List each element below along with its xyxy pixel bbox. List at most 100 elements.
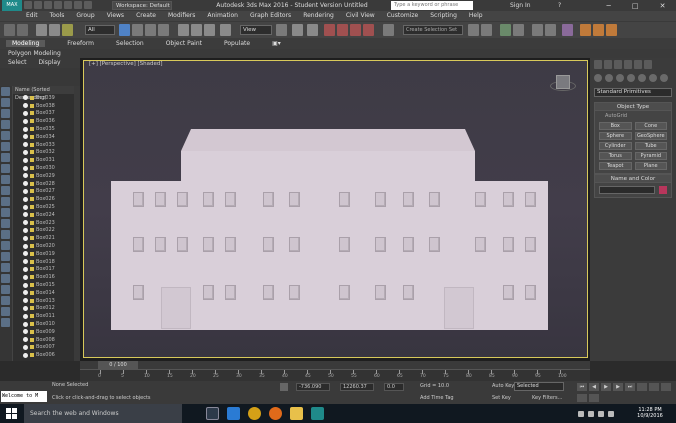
modify-tab-icon[interactable] [604, 60, 612, 69]
cameras-icon[interactable] [627, 74, 635, 82]
list-item[interactable]: Box012 [13, 305, 74, 313]
lights-icon[interactable] [616, 74, 624, 82]
visibility-icon[interactable] [23, 103, 28, 109]
explorer-filter-icon[interactable] [1, 109, 10, 118]
visibility-icon[interactable] [23, 227, 28, 233]
chrome-icon[interactable] [248, 407, 261, 420]
list-item[interactable]: Box017 [13, 266, 74, 274]
visibility-icon[interactable] [23, 274, 28, 280]
tab-selection[interactable]: Selection [116, 40, 144, 47]
mirror-icon[interactable] [468, 24, 479, 36]
menu-item-views[interactable]: Views [107, 11, 124, 21]
visibility-icon[interactable] [23, 266, 28, 272]
pivot-center-icon[interactable] [276, 24, 287, 36]
select-object-icon[interactable] [119, 24, 130, 36]
rotate-icon[interactable] [191, 24, 202, 36]
list-item[interactable]: Box038 [13, 102, 74, 110]
unlink-icon[interactable] [49, 24, 60, 36]
list-item[interactable]: Box009 [13, 328, 74, 336]
dropdown-icon[interactable] [84, 1, 92, 9]
visibility-icon[interactable] [23, 313, 28, 319]
visibility-icon[interactable] [23, 110, 28, 116]
list-item[interactable]: Box016 [13, 273, 74, 281]
tray-chevron-icon[interactable] [578, 410, 584, 417]
list-item[interactable]: Box023 [13, 219, 74, 227]
explorer-filter-icon[interactable] [1, 296, 10, 305]
explorer-filter-icon[interactable] [1, 219, 10, 228]
visibility-icon[interactable] [23, 298, 28, 304]
scene-explorer-header[interactable]: Name (Sorted Descending) [13, 86, 74, 101]
explorer-filter-icon[interactable] [1, 274, 10, 283]
3ds-max-taskbar-icon[interactable] [311, 407, 324, 420]
scene-menu-display[interactable]: Display [38, 59, 60, 66]
visibility-icon[interactable] [23, 204, 28, 210]
list-item[interactable]: Box036 [13, 117, 74, 125]
menu-item-scripting[interactable]: Scripting [430, 11, 457, 21]
close-icon[interactable]: ✕ [660, 2, 666, 10]
orbit-icon[interactable] [661, 383, 671, 391]
move-icon[interactable] [178, 24, 189, 36]
list-item[interactable]: Box029 [13, 172, 74, 180]
visibility-icon[interactable] [23, 282, 28, 288]
viewport-label[interactable]: [+] [Perspective] [Shaded] [89, 61, 163, 67]
helpers-icon[interactable] [638, 74, 646, 82]
list-item[interactable]: Box034 [13, 133, 74, 141]
maximize-viewport-icon[interactable] [589, 393, 599, 402]
menu-item-create[interactable]: Create [136, 11, 156, 21]
track-bar[interactable]: 0 5 10 15 20 25 30 35 40 45 50 55 60 65 70 75 80 85 90 95 10… [80, 369, 590, 381]
hierarchy-tab-icon[interactable] [614, 60, 622, 69]
create-cylinder-button[interactable]: Cylinder [599, 142, 632, 150]
save-icon[interactable] [44, 1, 52, 9]
explorer-filter-icon[interactable] [1, 186, 10, 195]
add-time-tag-button[interactable]: Add Time Tag [420, 395, 454, 401]
select-manipulate-icon[interactable] [292, 24, 303, 36]
explorer-filter-icon[interactable] [1, 230, 10, 239]
object-name-field[interactable] [599, 186, 655, 194]
motion-tab-icon[interactable] [624, 60, 632, 69]
new-file-icon[interactable] [24, 1, 32, 9]
visibility-icon[interactable] [23, 173, 28, 179]
z-coordinate-field[interactable]: 0.0 [384, 383, 404, 391]
explorer-filter-icon[interactable] [1, 164, 10, 173]
visibility-icon[interactable] [23, 290, 28, 296]
list-item[interactable]: Box008 [13, 336, 74, 344]
primitive-category-dropdown[interactable]: Standard Primitives [594, 88, 672, 97]
list-item[interactable]: Box006 [13, 351, 74, 359]
menu-item-tools[interactable]: Tools [50, 11, 65, 21]
menu-item-edit[interactable]: Edit [26, 11, 38, 21]
selection-filter-dropdown[interactable]: All [85, 25, 115, 35]
project-folder-icon[interactable] [74, 1, 82, 9]
curve-editor-icon[interactable] [532, 24, 543, 36]
list-item[interactable]: Box014 [13, 289, 74, 297]
explorer-filter-icon[interactable] [1, 197, 10, 206]
visibility-icon[interactable] [23, 251, 28, 257]
keyboard-shortcut-icon[interactable] [307, 24, 318, 36]
task-view-icon[interactable] [206, 407, 219, 420]
go-to-end-icon[interactable]: ⏭ [625, 383, 635, 391]
visibility-icon[interactable] [23, 126, 28, 132]
select-by-name-icon[interactable] [132, 24, 143, 36]
list-item[interactable]: Box010 [13, 320, 74, 328]
edit-named-selection-icon[interactable] [383, 24, 394, 36]
create-teapot-button[interactable]: Teapot [599, 162, 632, 170]
scale-icon[interactable] [204, 24, 215, 36]
list-item[interactable]: Box032 [13, 149, 74, 157]
list-item[interactable]: Box025 [13, 203, 74, 211]
explorer-filter-icon[interactable] [1, 241, 10, 250]
material-editor-icon[interactable] [562, 24, 573, 36]
field-of-view-icon[interactable] [577, 393, 587, 402]
edge-browser-icon[interactable] [227, 407, 240, 420]
zoom-icon[interactable] [637, 383, 647, 391]
name-and-color-title[interactable]: Name and Color [595, 175, 671, 183]
create-pyramid-button[interactable]: Pyramid [634, 152, 667, 160]
perspective-viewport[interactable]: [+] [Perspective] [Shaded] [83, 60, 588, 358]
open-file-icon[interactable] [34, 1, 42, 9]
explorer-filter-icon[interactable] [1, 285, 10, 294]
spinner-snap-icon[interactable] [363, 24, 374, 36]
explorer-filter-icon[interactable] [1, 318, 10, 327]
visibility-icon[interactable] [23, 305, 28, 311]
tab-object-paint[interactable]: Object Paint [166, 40, 202, 47]
list-item[interactable]: Box031 [13, 156, 74, 164]
visibility-icon[interactable] [23, 321, 28, 327]
render-production-icon[interactable] [606, 24, 617, 36]
